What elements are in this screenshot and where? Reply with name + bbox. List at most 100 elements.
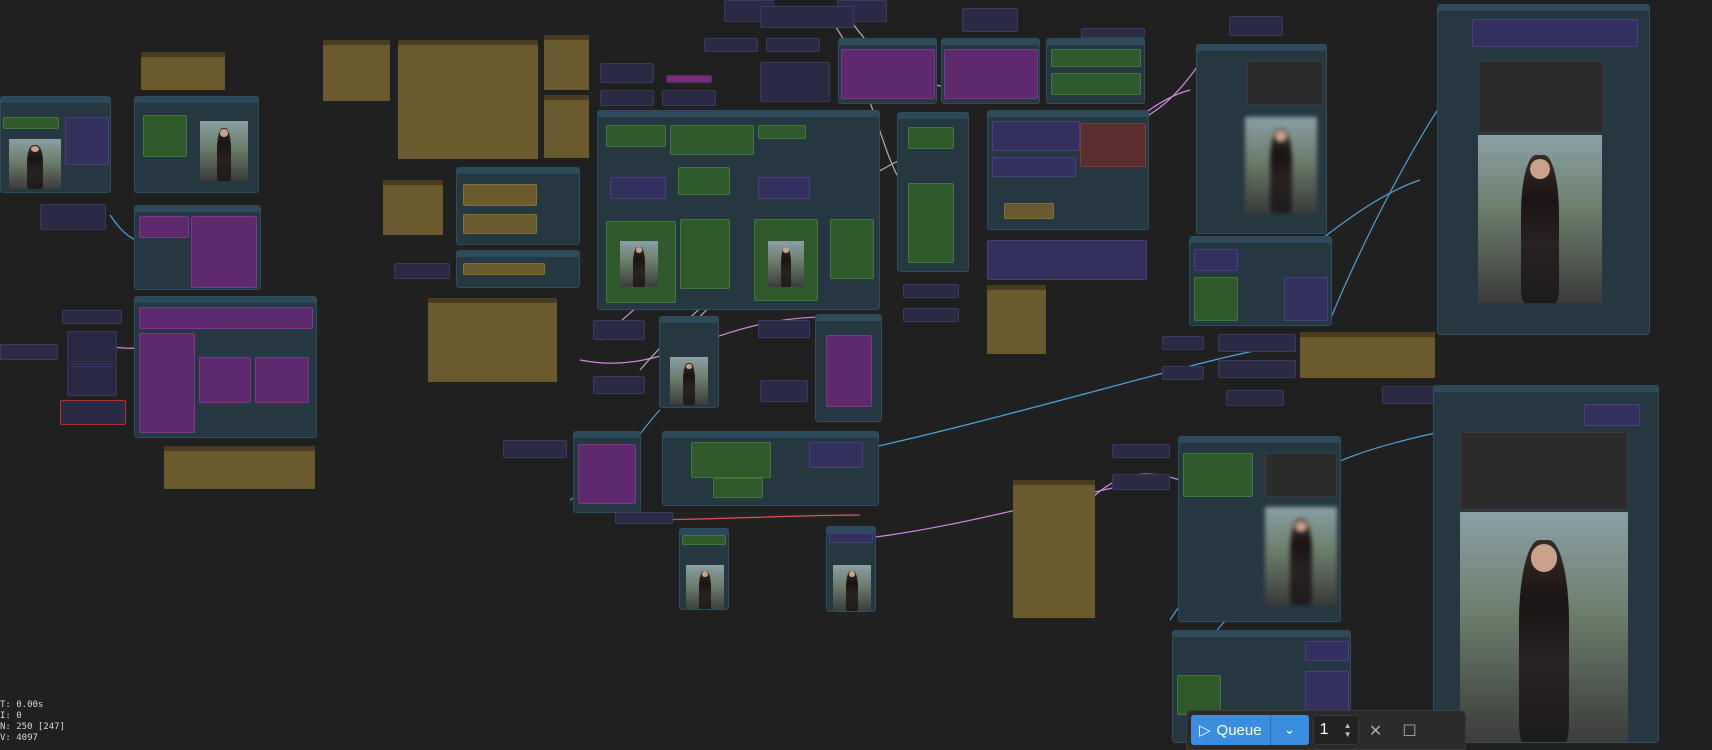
value-node[interactable]: [0, 344, 58, 360]
batch-count-value: 1: [1319, 721, 1329, 738]
mask-batch-node[interactable]: [134, 296, 317, 438]
detailer-node[interactable]: [662, 431, 879, 506]
value-node[interactable]: [903, 284, 959, 298]
widget-block: [1177, 675, 1221, 715]
queue-label: Queue: [1216, 721, 1262, 739]
value-node[interactable]: [394, 263, 450, 279]
value-node[interactable]: [593, 376, 645, 394]
value-node[interactable]: [600, 63, 654, 83]
clip-node[interactable]: [456, 250, 580, 288]
value-node-error[interactable]: [60, 400, 126, 425]
note-node[interactable]: [428, 298, 557, 382]
stop-button[interactable]: ☐: [1393, 715, 1427, 745]
caret-down-icon[interactable]: ▼: [1344, 730, 1352, 739]
mask-node[interactable]: [573, 431, 641, 513]
value-node[interactable]: [593, 320, 645, 340]
note-node[interactable]: [544, 95, 589, 158]
vae-node[interactable]: [987, 110, 1149, 230]
loader-node[interactable]: [456, 167, 580, 245]
widget-block: [1284, 277, 1328, 321]
widget-block: [829, 533, 873, 543]
value-node[interactable]: [758, 320, 810, 338]
note-node[interactable]: [323, 40, 390, 101]
save-image-node[interactable]: [1433, 385, 1659, 743]
image-preview-node[interactable]: [679, 528, 729, 610]
canvas-stats: T: 0.00s I: 0 N: 250 [247] V: 4097: [0, 700, 65, 744]
value-node[interactable]: [1162, 336, 1204, 350]
value-node[interactable]: [600, 90, 654, 106]
widget-block: [992, 121, 1080, 151]
value-node[interactable]: [962, 8, 1018, 32]
settings-node[interactable]: [1046, 38, 1145, 104]
note-node[interactable]: [1300, 332, 1435, 378]
clear-queue-button[interactable]: ✕: [1359, 715, 1393, 745]
note-node[interactable]: [1013, 480, 1095, 618]
value-node[interactable]: [903, 308, 959, 322]
note-node[interactable]: [544, 35, 589, 90]
image-preview-node[interactable]: [659, 316, 719, 408]
image-preview-node[interactable]: [134, 96, 259, 193]
value-node[interactable]: [67, 366, 117, 396]
save-image-node[interactable]: [1437, 4, 1650, 335]
value-node[interactable]: [503, 440, 567, 458]
value-node[interactable]: [1112, 474, 1170, 490]
widget-block: [1051, 73, 1141, 95]
sampler-node[interactable]: [1196, 44, 1327, 234]
value-node[interactable]: [760, 62, 830, 102]
empty-latent-node[interactable]: [987, 240, 1147, 280]
conditioning-node[interactable]: [897, 112, 969, 272]
value-node[interactable]: [1081, 28, 1145, 38]
image-loader-node[interactable]: [0, 96, 111, 193]
widget-block: [992, 157, 1076, 177]
widget-block: [1004, 203, 1054, 219]
output-image: [1478, 135, 1602, 303]
widget-block: [1584, 404, 1640, 426]
play-icon: ▷: [1199, 722, 1211, 739]
widget-block: [1051, 49, 1141, 67]
value-node[interactable]: [1112, 444, 1170, 458]
node-graph-canvas[interactable]: [0, 0, 1712, 743]
value-node[interactable]: [40, 204, 106, 230]
sampler-group-node[interactable]: [597, 110, 880, 310]
image-thumbnail: [833, 565, 871, 611]
prompt-node[interactable]: [838, 38, 937, 104]
widget-block: [758, 125, 806, 139]
queue-options-button[interactable]: ⌄: [1269, 715, 1309, 745]
value-node[interactable]: [62, 310, 122, 324]
value-node[interactable]: [760, 6, 854, 28]
batch-count-input[interactable]: 1 ▲ ▼: [1312, 715, 1359, 745]
value-node[interactable]: [766, 38, 820, 52]
upscale-node[interactable]: [1189, 236, 1332, 326]
value-node[interactable]: [1218, 334, 1296, 352]
value-node[interactable]: [1226, 390, 1284, 406]
widget-block: [1460, 432, 1628, 510]
value-node[interactable]: [1218, 360, 1296, 378]
widget-block: [682, 535, 726, 545]
widget-block: [1194, 277, 1238, 321]
upscale-sampler-node[interactable]: [1178, 436, 1341, 622]
widget-block: [908, 127, 954, 149]
mask-node[interactable]: [134, 205, 261, 290]
value-node[interactable]: [662, 90, 716, 106]
value-node[interactable]: [1162, 366, 1204, 380]
purple-node[interactable]: [815, 314, 882, 422]
note-node[interactable]: [398, 40, 538, 159]
value-node[interactable]: [666, 75, 712, 83]
value-node[interactable]: [615, 512, 673, 524]
value-node[interactable]: [760, 380, 808, 402]
note-node[interactable]: [383, 180, 443, 235]
value-node[interactable]: [704, 38, 758, 52]
prompt-node[interactable]: [941, 38, 1040, 104]
caret-up-icon[interactable]: ▲: [1344, 721, 1352, 730]
note-node[interactable]: [141, 52, 225, 90]
note-node[interactable]: [987, 285, 1046, 354]
value-node[interactable]: [67, 331, 117, 365]
value-node[interactable]: [1229, 16, 1283, 36]
queue-button[interactable]: ▷ Queue: [1191, 715, 1270, 745]
batch-count-stepper[interactable]: ▲ ▼: [1344, 721, 1352, 739]
note-node[interactable]: [164, 446, 315, 489]
image-preview-node[interactable]: [826, 526, 876, 612]
value-node[interactable]: [1382, 386, 1436, 404]
widget-block: [678, 167, 730, 195]
widget-block: [578, 444, 636, 504]
